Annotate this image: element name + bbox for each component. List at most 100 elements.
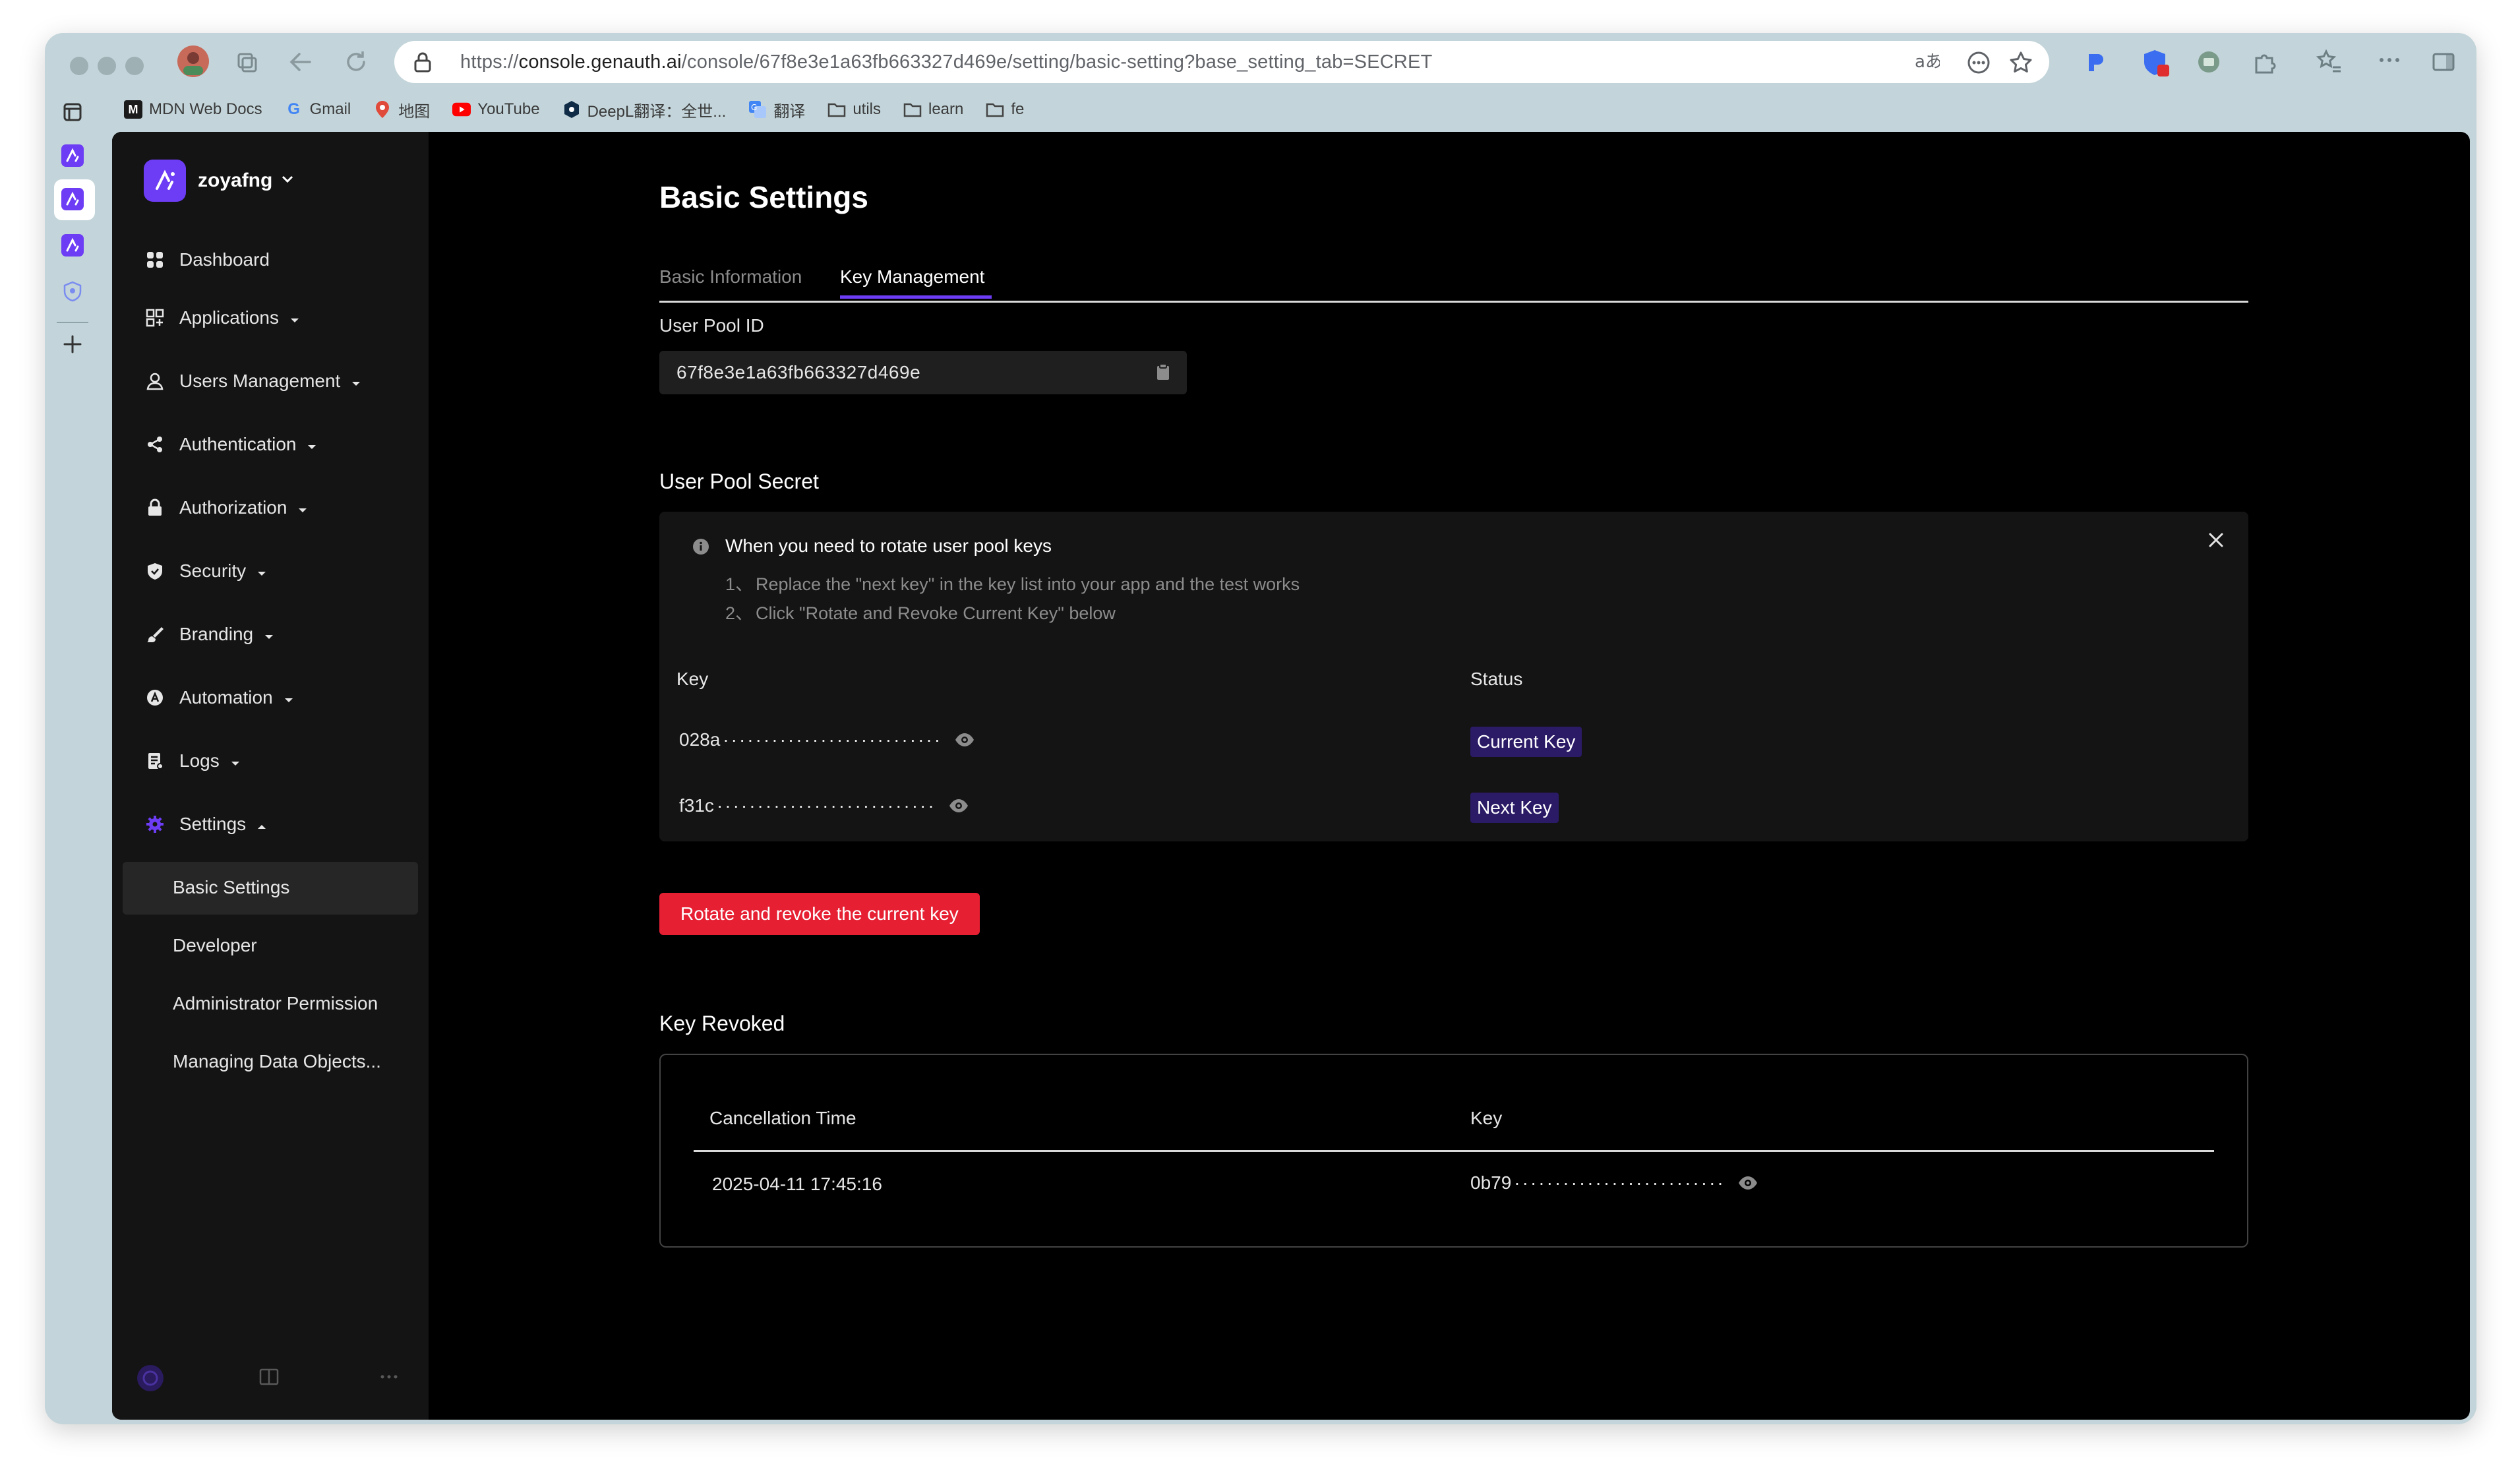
sidebar-item-dashboard[interactable]: Dashboard xyxy=(145,249,270,270)
new-tab-plus-icon[interactable] xyxy=(59,331,86,357)
sidebar-item-label: Users Management xyxy=(179,371,341,391)
sidebar-subitem-managing-data-objects[interactable]: Managing Data Objects... xyxy=(173,1051,381,1072)
eye-icon[interactable] xyxy=(1737,1175,1758,1191)
key-prefix: 0b79 xyxy=(1470,1172,1512,1193)
extension-blue-icon[interactable] xyxy=(2082,47,2111,76)
bookmark-gmail[interactable]: G Gmail xyxy=(285,100,351,119)
bookmark-label: Gmail xyxy=(309,100,351,118)
more-options-icon[interactable] xyxy=(378,1370,400,1387)
caret-down-icon xyxy=(284,687,294,708)
caret-down-icon xyxy=(230,750,241,771)
reading-mode-icon[interactable] xyxy=(1966,50,1991,80)
user-pool-id-field[interactable]: 67f8e3e1a63fb663327d469e xyxy=(659,351,1187,394)
vertical-tab-genauth-3[interactable] xyxy=(59,232,86,258)
more-menu-icon[interactable] xyxy=(2376,50,2403,70)
caret-down-icon xyxy=(307,434,317,455)
sidebar-item-branding[interactable]: Branding xyxy=(145,624,274,645)
sidebar-item-authorization[interactable]: Authorization xyxy=(145,497,308,518)
sidebar-item-label: Authorization xyxy=(179,497,287,518)
bookmarks-bar: M MDN Web Docs G Gmail 地图 YouTube DeepL翻… xyxy=(124,92,1046,127)
key-column-header: Key xyxy=(676,669,709,689)
bookmark-label: fe xyxy=(1011,100,1025,118)
favorite-star-icon[interactable] xyxy=(2008,50,2033,80)
workspaces-icon[interactable] xyxy=(233,49,260,75)
caret-down-icon xyxy=(297,497,308,518)
docs-book-icon[interactable] xyxy=(258,1366,280,1391)
apps-grid-icon xyxy=(145,308,165,328)
page-title: Basic Settings xyxy=(659,180,868,214)
sidebar-item-label: Branding xyxy=(179,624,254,644)
revoked-keys-table: Cancellation Time Key 2025-04-11 17:45:1… xyxy=(659,1054,2248,1248)
sidebar-subitem-administrator-permission[interactable]: Administrator Permission xyxy=(173,993,378,1014)
key-prefix: 028a xyxy=(679,729,721,750)
dashboard-icon xyxy=(145,250,165,270)
close-window-button[interactable] xyxy=(70,57,88,75)
profile-avatar[interactable] xyxy=(177,45,210,78)
table-row: f31c ··························· xyxy=(679,795,969,816)
bookmark-label: YouTube xyxy=(477,100,540,118)
sidebar-subitem-basic-settings[interactable]: Basic Settings xyxy=(173,877,289,898)
sidebar-item-security[interactable]: Security xyxy=(145,560,267,582)
reload-icon[interactable] xyxy=(343,49,369,75)
copy-icon[interactable] xyxy=(1155,363,1171,384)
user-pool-secret-panel: When you need to rotate user pool keys 1… xyxy=(659,512,2248,841)
vertical-tab-genauth-active[interactable] xyxy=(59,186,86,212)
url-text[interactable]: https://console.genauth.ai/console/67f8e… xyxy=(460,41,1433,83)
sidebar-item-logs[interactable]: Logs xyxy=(145,750,241,771)
sidebar-subitem-developer[interactable]: Developer xyxy=(173,935,257,956)
key-mask: ··························· xyxy=(716,795,936,816)
sidebar-item-automation[interactable]: Automation xyxy=(145,687,294,708)
extensions-puzzle-icon[interactable] xyxy=(2251,49,2277,75)
caret-up-icon xyxy=(256,814,267,835)
user-pool-id-value: 67f8e3e1a63fb663327d469e xyxy=(676,362,921,382)
bookmark-deepl[interactable]: DeepL翻译：全世... xyxy=(562,98,726,121)
favorites-list-icon[interactable] xyxy=(2316,49,2343,75)
vertical-tab-shield[interactable] xyxy=(59,278,86,305)
rotate-revoke-key-button[interactable]: Rotate and revoke the current key xyxy=(659,893,980,935)
org-switcher[interactable]: zoyafng xyxy=(144,160,293,202)
bookmark-youtube[interactable]: YouTube xyxy=(452,100,540,119)
mdn-icon: M xyxy=(124,100,142,119)
bookmark-map[interactable]: 地图 xyxy=(373,98,430,121)
vertical-tab-genauth-1[interactable] xyxy=(59,142,86,169)
maximize-window-button[interactable] xyxy=(125,57,144,75)
bookmark-translate[interactable]: G 翻译 xyxy=(748,98,805,121)
bookmark-folder-fe[interactable]: fe xyxy=(986,100,1024,119)
back-icon[interactable] xyxy=(287,50,314,74)
extension-green-icon[interactable] xyxy=(2196,49,2222,75)
eye-icon[interactable] xyxy=(954,732,975,748)
copilot-icon[interactable] xyxy=(136,1364,165,1396)
tab-key-management[interactable]: Key Management xyxy=(840,266,984,287)
brush-icon xyxy=(145,624,165,644)
settings-tabs: Basic Information Key Management xyxy=(659,266,2248,303)
shield-icon xyxy=(145,561,165,581)
sidebar-item-settings[interactable]: Settings xyxy=(145,814,267,835)
close-icon[interactable] xyxy=(2207,531,2225,552)
key-mask: ·························· xyxy=(1514,1172,1725,1193)
bookmark-folder-utils[interactable]: utils xyxy=(827,100,881,119)
bookmark-mdn[interactable]: M MDN Web Docs xyxy=(124,100,262,119)
sidebar-toggle-icon[interactable] xyxy=(2430,49,2457,75)
lock-icon[interactable] xyxy=(413,51,433,76)
tab-actions-icon[interactable] xyxy=(59,99,86,125)
eye-icon[interactable] xyxy=(948,798,969,814)
rotation-step-1: 1、 Replace the "next key" in the key list… xyxy=(725,570,1300,595)
bookmark-folder-learn[interactable]: learn xyxy=(903,100,963,119)
minimize-window-button[interactable] xyxy=(98,57,116,75)
address-bar[interactable]: https://console.genauth.ai/console/67f8e… xyxy=(394,41,2049,83)
sidebar-item-applications[interactable]: Applications xyxy=(145,307,300,328)
translate-page-icon[interactable]: aあ xyxy=(1913,50,1942,79)
key-prefix: f31c xyxy=(679,795,714,816)
lock-icon xyxy=(145,498,165,518)
sidebar-item-users-management[interactable]: Users Management xyxy=(145,371,361,392)
extension-shield-icon[interactable] xyxy=(2140,47,2172,79)
folder-icon xyxy=(827,100,846,119)
revoked-key-column-header: Key xyxy=(1470,1108,1503,1128)
table-row: 028a ··························· xyxy=(679,729,975,750)
tab-basic-information[interactable]: Basic Information xyxy=(659,266,802,287)
sidebar-item-label: Dashboard xyxy=(179,249,270,270)
caret-down-icon xyxy=(256,560,267,582)
status-badge-next-key: Next Key xyxy=(1470,793,1559,823)
step-number: 1、 xyxy=(725,574,754,594)
sidebar-item-authentication[interactable]: Authentication xyxy=(145,434,317,455)
